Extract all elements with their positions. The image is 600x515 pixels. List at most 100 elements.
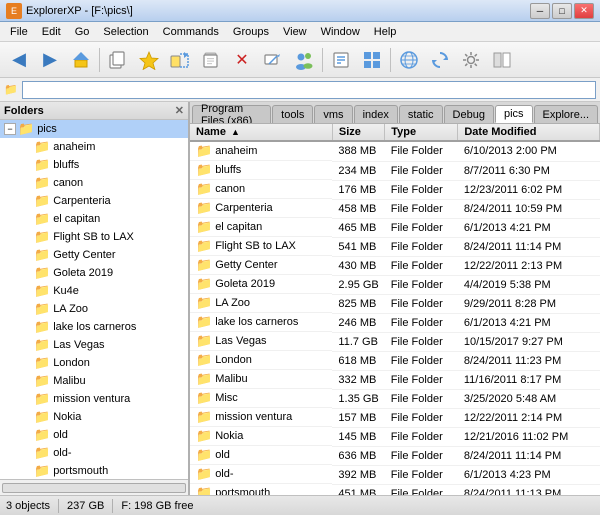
tree-item[interactable]: 📁bluffs — [0, 156, 188, 174]
table-row[interactable]: 📁portsmouth451 MBFile Folder8/24/2011 11… — [190, 484, 600, 495]
menu-item-file[interactable]: File — [4, 24, 34, 40]
folder-name: bluffs — [53, 159, 79, 171]
tree-item[interactable]: 📁LA Zoo — [0, 300, 188, 318]
paste-button[interactable] — [196, 45, 226, 75]
col-name[interactable]: Name ▲ — [190, 124, 332, 141]
tree-item[interactable]: 📁Flight SB to LAX — [0, 228, 188, 246]
cell-size: 11.7 GB — [332, 332, 384, 351]
tab-static[interactable]: static — [399, 105, 443, 123]
refresh-button[interactable] — [425, 45, 455, 75]
hscrollbar-track[interactable] — [2, 483, 186, 493]
table-row[interactable]: 📁bluffs234 MBFile Folder8/7/2011 6:30 PM — [190, 161, 600, 180]
tab-tools[interactable]: tools — [272, 105, 313, 123]
tree-item[interactable]: 📁canon — [0, 174, 188, 192]
folder-icon: 📁 — [34, 247, 50, 263]
tree-item[interactable]: −📁pics — [0, 120, 188, 138]
tree-item[interactable]: 📁el capitan — [0, 210, 188, 228]
table-row[interactable]: 📁Flight SB to LAX541 MBFile Folder8/24/2… — [190, 237, 600, 256]
table-row[interactable]: 📁Las Vegas11.7 GBFile Folder10/15/2017 9… — [190, 332, 600, 351]
tree-item[interactable]: 📁old — [0, 426, 188, 444]
table-row[interactable]: 📁Malibu332 MBFile Folder11/16/2011 8:17 … — [190, 370, 600, 389]
file-table-wrapper[interactable]: Name ▲ Size Type Date Modified 📁anaheim3… — [190, 124, 600, 495]
options-button[interactable] — [456, 45, 486, 75]
tree-item[interactable]: 📁lake los carneros — [0, 318, 188, 336]
folder-name: Ku4e — [53, 285, 79, 297]
table-row[interactable]: 📁Getty Center430 MBFile Folder12/22/2011… — [190, 256, 600, 275]
table-row[interactable]: 📁Carpenteria458 MBFile Folder8/24/2011 1… — [190, 199, 600, 218]
folder-name: canon — [53, 177, 83, 189]
col-size[interactable]: Size — [332, 124, 384, 141]
menu-item-selection[interactable]: Selection — [97, 24, 154, 40]
table-row[interactable]: 📁lake los carneros246 MBFile Folder6/1/2… — [190, 313, 600, 332]
col-type[interactable]: Type — [385, 124, 458, 141]
menu-item-window[interactable]: Window — [315, 24, 366, 40]
tab-vms[interactable]: vms — [314, 105, 352, 123]
back-button[interactable]: ◀ — [4, 45, 34, 75]
views-button[interactable] — [357, 45, 387, 75]
menu-item-help[interactable]: Help — [368, 24, 403, 40]
cell-type: File Folder — [385, 256, 458, 275]
table-row[interactable]: 📁Misc1.35 GBFile Folder3/25/2020 5:48 AM — [190, 389, 600, 408]
folders-close-button[interactable]: ✕ — [175, 104, 184, 117]
menu-item-groups[interactable]: Groups — [227, 24, 275, 40]
cell-modified: 8/24/2011 10:59 PM — [458, 199, 600, 218]
panel-button[interactable] — [487, 45, 517, 75]
up-button[interactable] — [66, 45, 96, 75]
table-row[interactable]: 📁canon176 MBFile Folder12/23/2011 6:02 P… — [190, 180, 600, 199]
tree-expand-button[interactable]: − — [4, 123, 16, 135]
table-row[interactable]: 📁anaheim388 MBFile Folder6/10/2013 2:00 … — [190, 141, 600, 161]
menu-item-view[interactable]: View — [277, 24, 313, 40]
folders-hscrollbar[interactable] — [0, 479, 188, 495]
col-modified[interactable]: Date Modified — [458, 124, 600, 141]
users-button[interactable] — [289, 45, 319, 75]
maximize-button[interactable]: □ — [552, 3, 572, 19]
folder-name: LA Zoo — [53, 303, 88, 315]
tab-pics[interactable]: pics — [495, 105, 533, 123]
menu-item-go[interactable]: Go — [69, 24, 96, 40]
properties-button[interactable] — [326, 45, 356, 75]
tree-item[interactable]: 📁Nokia — [0, 408, 188, 426]
tab-explore---[interactable]: Explore... — [534, 105, 598, 123]
cell-name: 📁Carpenteria — [190, 199, 332, 218]
tree-item[interactable]: 📁Malibu — [0, 372, 188, 390]
menu-item-edit[interactable]: Edit — [36, 24, 67, 40]
rename-button[interactable] — [258, 45, 288, 75]
address-input[interactable]: F:\pics\ — [22, 81, 596, 99]
cell-size: 246 MB — [332, 313, 384, 332]
tree-item[interactable]: 📁Goleta 2019 — [0, 264, 188, 282]
table-row[interactable]: 📁LA Zoo825 MBFile Folder9/29/2011 8:28 P… — [190, 294, 600, 313]
table-row[interactable]: 📁old636 MBFile Folder8/24/2011 11:14 PM — [190, 446, 600, 465]
cell-type: File Folder — [385, 370, 458, 389]
tree-item[interactable]: 📁portsmouth — [0, 462, 188, 479]
tab-index[interactable]: index — [354, 105, 398, 123]
file-icon: 📁 — [196, 162, 212, 178]
tree-item[interactable]: 📁London — [0, 354, 188, 372]
delete-button[interactable]: ✕ — [227, 45, 257, 75]
tree-item[interactable]: 📁Las Vegas — [0, 336, 188, 354]
tab-program-files--x86-[interactable]: Program Files (x86) — [192, 105, 271, 123]
table-row[interactable]: 📁London618 MBFile Folder8/24/2011 11:23 … — [190, 351, 600, 370]
tree-item[interactable]: 📁Ku4e — [0, 282, 188, 300]
table-row[interactable]: 📁el capitan465 MBFile Folder6/1/2013 4:2… — [190, 218, 600, 237]
cell-name: 📁el capitan — [190, 218, 332, 237]
forward-button[interactable]: ▶ — [35, 45, 65, 75]
table-row[interactable]: 📁Goleta 20192.95 GBFile Folder4/4/2019 5… — [190, 275, 600, 294]
tree-item[interactable]: 📁old- — [0, 444, 188, 462]
tree-item[interactable]: 📁Carpenteria — [0, 192, 188, 210]
tree-item[interactable]: 📁anaheim — [0, 138, 188, 156]
table-row[interactable]: 📁Nokia145 MBFile Folder12/21/2016 11:02 … — [190, 427, 600, 446]
folder-icon: 📁 — [34, 391, 50, 407]
menu-item-commands[interactable]: Commands — [157, 24, 225, 40]
web-button[interactable] — [394, 45, 424, 75]
close-button[interactable]: ✕ — [574, 3, 594, 19]
tree-item[interactable]: 📁Getty Center — [0, 246, 188, 264]
tab-debug[interactable]: Debug — [444, 105, 494, 123]
favorites-button[interactable] — [134, 45, 164, 75]
move-button[interactable] — [165, 45, 195, 75]
file-icon: 📁 — [196, 466, 212, 482]
minimize-button[interactable]: ─ — [530, 3, 550, 19]
table-row[interactable]: 📁mission ventura157 MBFile Folder12/22/2… — [190, 408, 600, 427]
tree-item[interactable]: 📁mission ventura — [0, 390, 188, 408]
copy-files-button[interactable] — [103, 45, 133, 75]
table-row[interactable]: 📁old-392 MBFile Folder6/1/2013 4:23 PM — [190, 465, 600, 484]
